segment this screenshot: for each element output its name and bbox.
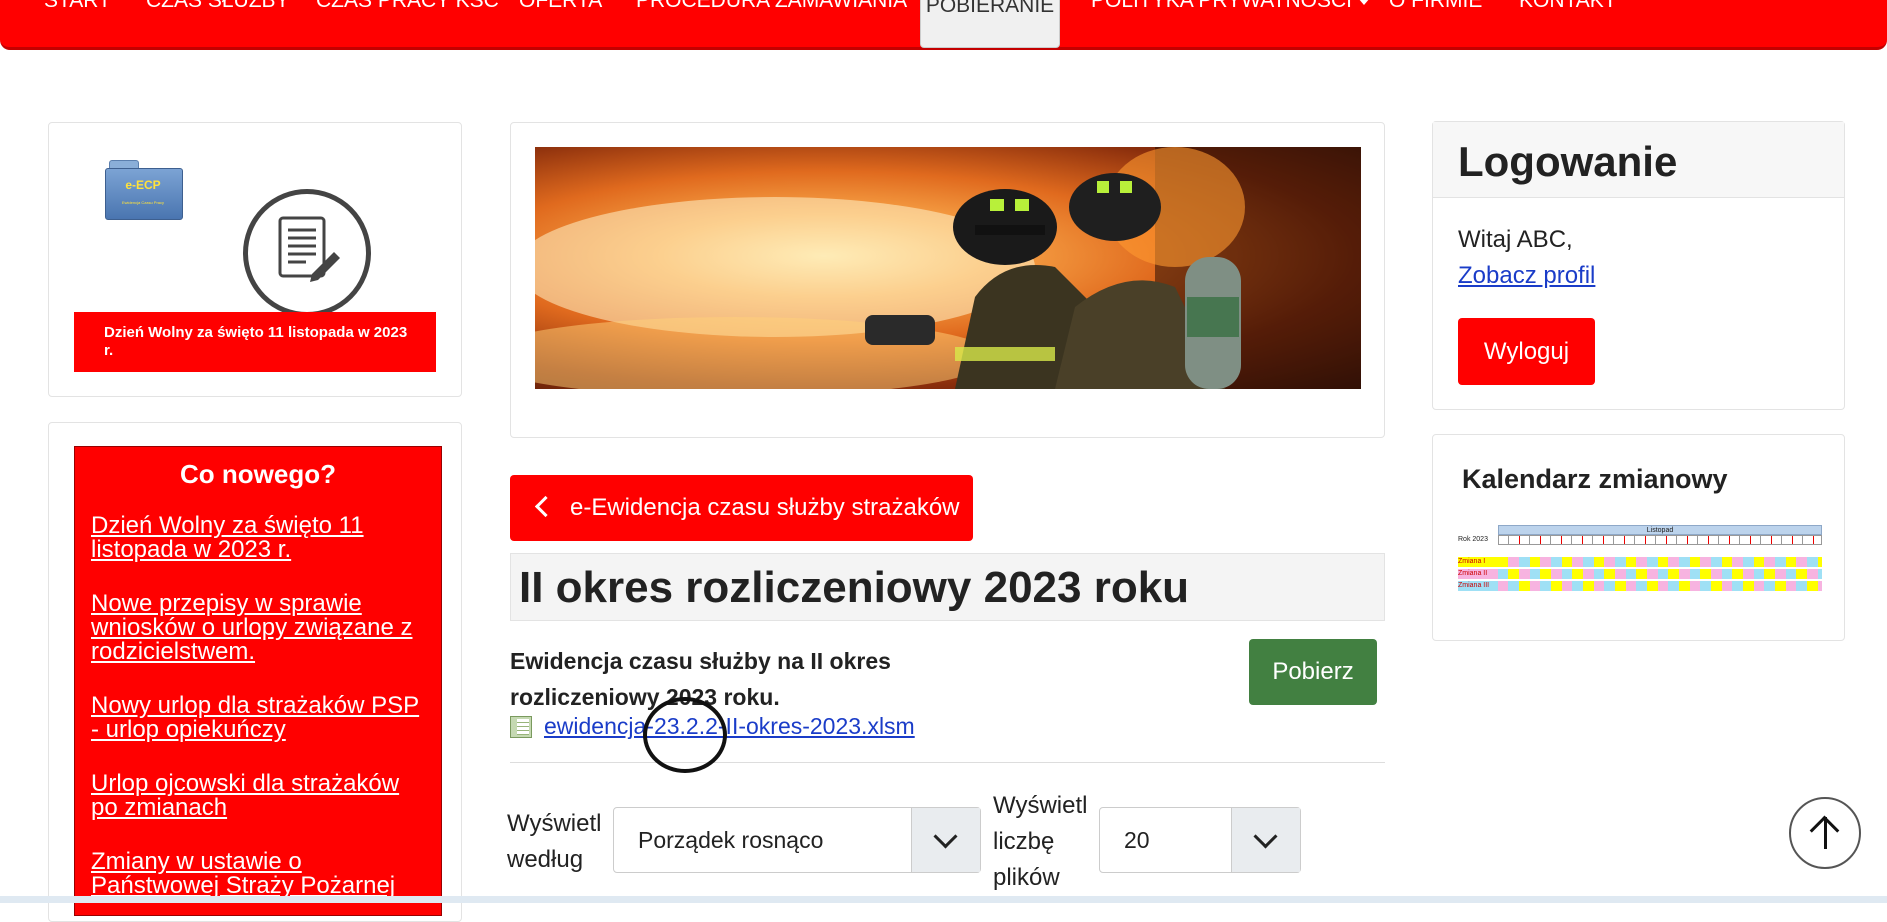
shift-calendar-image[interactable]: Listopad Rok 2023 Zmiana I Zmiana II Zmi… <box>1458 525 1822 592</box>
sort-order-select[interactable]: Porządek rosnąco <box>613 807 981 873</box>
calendar-month: Listopad <box>1498 525 1822 535</box>
shift-row-label: Zmiana III <box>1458 581 1498 591</box>
file-download-link[interactable]: ewidencja-23.2.2-II-okres-2023.xlsm <box>544 713 915 740</box>
nav-item-start[interactable]: START <box>44 0 111 14</box>
login-title: Logowanie <box>1458 138 1678 185</box>
chevron-left-icon <box>534 495 557 518</box>
folder-sublabel: Ewidencja Czasu Pracy <box>121 200 165 205</box>
sort-label: Wyświetl według <box>507 810 602 873</box>
news-link[interactable]: Nowe przepisy w sprawie wniosków o urlop… <box>91 592 431 664</box>
logout-button[interactable]: Wyloguj <box>1458 318 1595 385</box>
nav-item-kontakt[interactable]: KONTAKT <box>1519 0 1617 14</box>
chevron-down-icon <box>1231 808 1300 872</box>
download-button[interactable]: Pobierz <box>1249 639 1377 705</box>
document-edit-icon <box>243 189 371 317</box>
view-profile-link[interactable]: Zobacz profil <box>1458 262 1595 290</box>
folder-label: e-ECP <box>125 178 161 192</box>
e-ecp-folder-icon[interactable]: e-ECP Ewidencja Czasu Pracy <box>105 160 183 220</box>
nav-item-procedura-zamawiania[interactable]: PROCEDURA ZAMAWIANIA <box>636 0 907 14</box>
nav-item-czas-pracy-ksc[interactable]: CZAS PRACY KSC <box>316 0 499 14</box>
news-title: Co nowego? <box>180 459 336 489</box>
scroll-to-top-button[interactable] <box>1789 797 1861 869</box>
nav-item-polityka-prywatnosci[interactable]: POLITYKA PRYWATNOŚCI <box>1091 0 1371 14</box>
news-link[interactable]: Zmiany w ustawie o Państwowej Straży Poż… <box>91 850 431 898</box>
back-to-category-button[interactable]: e-Ewidencja czasu służby strażaków <box>510 475 973 541</box>
spreadsheet-file-icon <box>510 716 532 738</box>
news-link[interactable]: Nowy urlop dla strażaków PSP - urlop opi… <box>91 694 431 742</box>
dropdown-caret-icon <box>1358 0 1371 5</box>
news-link[interactable]: Dzień Wolny za święto 11 listopada w 202… <box>91 514 431 562</box>
nav-item-pobieranie[interactable]: POBIERANIE <box>920 0 1060 48</box>
shift-row-label: Zmiana II <box>1458 569 1498 579</box>
promo-banner-link[interactable]: Dzień Wolny za święto 11 listopada w 202… <box>74 312 436 372</box>
greeting-text: Witaj ABC, <box>1458 226 1573 253</box>
news-panel: Co nowego? Dzień Wolny za święto 11 list… <box>74 446 442 916</box>
calendar-title: Kalendarz zmianowy <box>1462 464 1728 494</box>
nav-item-oferta[interactable]: OFERTA <box>519 0 602 14</box>
news-link[interactable]: Urlop ojcowski dla strażaków po zmianach <box>91 772 431 820</box>
horizontal-scrollbar[interactable] <box>0 896 1887 903</box>
main-navbar: START CZAS SŁUŻBY CZAS PRACY KSC OFERTA … <box>0 0 1887 50</box>
login-header: Logowanie <box>1433 122 1844 198</box>
cursor-highlight-ring <box>643 697 727 773</box>
file-description: Ewidencja czasu służby na II okres rozli… <box>510 648 891 710</box>
count-label: Wyświetl liczbę plików <box>993 792 1088 891</box>
shift-row-label: Zmiana I <box>1458 557 1498 567</box>
divider <box>510 762 1385 763</box>
page-title-box: II okres rozliczeniowy 2023 roku <box>510 553 1385 621</box>
nav-item-czas-sluzby[interactable]: CZAS SŁUŻBY <box>146 0 290 14</box>
nav-item-o-firmie[interactable]: O FIRMIE <box>1389 0 1482 14</box>
calendar-year: Rok 2023 <box>1458 536 1488 543</box>
file-count-select[interactable]: 20 <box>1099 807 1301 873</box>
chevron-down-icon <box>911 808 980 872</box>
firefighters-hero-image <box>535 147 1361 389</box>
page-title: II okres rozliczeniowy 2023 roku <box>519 563 1190 612</box>
